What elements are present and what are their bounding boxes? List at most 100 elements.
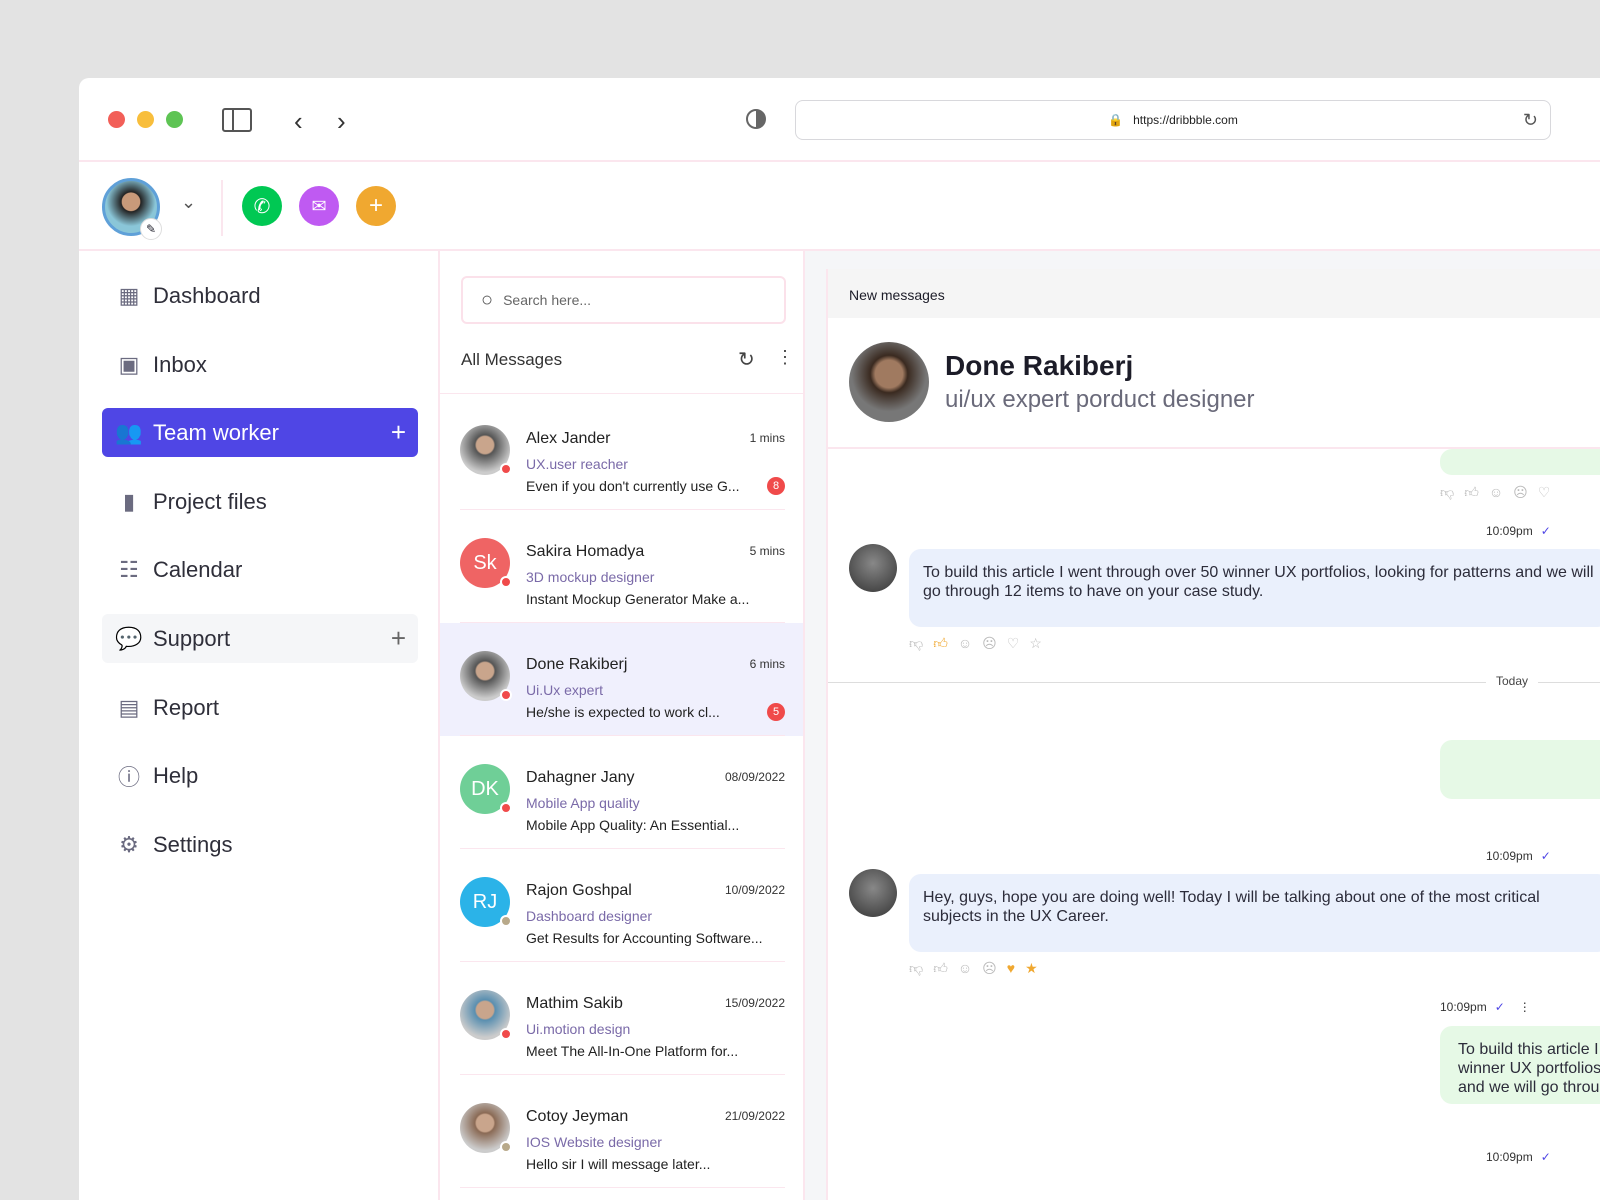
sidebar-item-dashboard[interactable]: ▦ Dashboard	[102, 271, 418, 320]
chat-header-label: New messages	[849, 287, 945, 303]
reaction-bar[interactable]: 👎︎ 👍︎ ☺ ☹ ♥ ★	[909, 960, 1038, 977]
search-input[interactable]: ○ Search here...	[461, 276, 786, 324]
message-time: 10:09pm ✓	[1486, 1150, 1551, 1164]
reload-icon[interactable]: ↻	[1523, 110, 1538, 131]
maximize-dot[interactable]	[166, 111, 183, 128]
gear-icon: ⚙	[119, 831, 139, 857]
contact-avatar	[460, 1103, 512, 1153]
message-time: 1 mins	[749, 431, 785, 445]
close-dot[interactable]	[108, 111, 125, 128]
message-text: To build this article I went through ove…	[923, 564, 1594, 600]
message-time: 10:09pm ✓ ⋮	[1440, 1000, 1531, 1014]
sidebar-item-label: Calendar	[153, 556, 243, 582]
sidebar-item-support[interactable]: 💬 Support +	[102, 614, 418, 663]
sent-bubble	[1440, 740, 1600, 799]
list-item[interactable]: Alex Jander 1 mins UX.user reacher Even …	[440, 397, 803, 510]
sidebar-item-inbox[interactable]: ▣ Inbox	[102, 340, 418, 389]
smile-icon[interactable]: ☺	[1489, 484, 1503, 501]
message-text: Hey, guys, hope you are doing well! Toda…	[923, 889, 1540, 925]
status-dot	[500, 1028, 512, 1040]
sidebar-item-report[interactable]: ▤ Report	[102, 683, 418, 732]
unread-badge: 8	[767, 477, 785, 495]
sidebar-item-team-worker[interactable]: 👥 Team worker +	[102, 408, 418, 457]
sidebar-item-project-files[interactable]: ▮ Project files	[102, 477, 418, 526]
add-button[interactable]: +	[356, 186, 396, 226]
message-preview: Instant Mockup Generator Make a...	[526, 591, 750, 607]
plus-icon: +	[368, 192, 383, 219]
shield-icon[interactable]	[746, 109, 766, 129]
contact-avatar	[460, 425, 512, 475]
chevron-down-icon[interactable]: ⌄	[181, 192, 196, 213]
message-time: 08/09/2022	[724, 770, 785, 784]
calendar-icon: ☷	[119, 556, 139, 582]
heart-icon[interactable]: ♡	[1538, 484, 1551, 501]
sad-icon[interactable]: ☹	[982, 635, 997, 652]
plus-icon[interactable]: +	[391, 417, 406, 448]
message-list: ○ Search here... All Messages ↻ ⋮ Alex Ja…	[440, 251, 805, 1200]
message-preview: Even if you don't currently use G...	[526, 478, 740, 494]
address-bar[interactable]: 🔒 https://dribbble.com ↻	[795, 100, 1551, 140]
thumbs-up-icon[interactable]: 👍︎	[1464, 484, 1479, 501]
lock-icon: 🔒	[1108, 113, 1124, 127]
status-dot	[500, 463, 512, 475]
back-icon[interactable]: ‹	[294, 106, 303, 137]
contact-name: Mathim Sakib	[526, 995, 623, 1012]
sent-bubble: To build this article I went through ove…	[1440, 1026, 1600, 1104]
more-icon[interactable]: ⋮	[776, 347, 794, 368]
list-item[interactable]: Sk Sakira Homadya 5 mins 3D mockup desig…	[440, 510, 803, 623]
thumbs-down-icon[interactable]: 👎︎	[909, 960, 923, 977]
list-item[interactable]: RJ Rajon Goshpal 10/09/2022 Dashboard de…	[440, 849, 803, 962]
smile-icon[interactable]: ☺	[958, 635, 972, 652]
list-item[interactable]: Mathim Sakib 15/09/2022 Ui.motion design…	[440, 962, 803, 1075]
search-placeholder: Search here...	[503, 292, 592, 308]
edit-avatar-icon[interactable]: ✎	[140, 218, 162, 240]
status-dot	[500, 576, 512, 588]
message-time: 10:09pm ✓	[1486, 849, 1551, 863]
contact-name: Dahagner Jany	[526, 769, 635, 786]
thumbs-up-icon[interactable]: 👍︎	[933, 960, 948, 977]
sender-avatar	[849, 544, 897, 592]
contact-role: Dashboard designer	[526, 908, 653, 924]
list-item[interactable]: Cotoy Jeyman 21/09/2022 IOS Website desi…	[440, 1075, 803, 1188]
more-icon[interactable]: ⋮	[1519, 1000, 1531, 1014]
star-icon[interactable]: ☆	[1029, 635, 1042, 652]
list-item[interactable]: DK Dahagner Jany 08/09/2022 Mobile App q…	[440, 736, 803, 849]
contact-avatar: DK	[460, 764, 512, 814]
list-item[interactable]: Done Rakiberj 6 mins Ui.Ux expert He/she…	[440, 623, 803, 736]
reaction-bar[interactable]: 👎︎ 👍︎ ☺ ☹ ♡	[1440, 484, 1550, 501]
call-button[interactable]: ✆	[242, 186, 282, 226]
plus-icon[interactable]: +	[391, 623, 406, 654]
refresh-icon[interactable]: ↻	[738, 347, 755, 372]
contact-role: ui/ux expert porduct designer	[945, 386, 1255, 413]
browser-toolbar: ‹ › 🔒 https://dribbble.com ↻	[79, 78, 1600, 162]
star-icon[interactable]: ★	[1025, 960, 1038, 977]
contact-name: Sakira Homadya	[526, 543, 645, 560]
sidebar-item-help[interactable]: ⓘ Help	[102, 751, 418, 800]
minimize-dot[interactable]	[137, 111, 154, 128]
contact-role: Ui.Ux expert	[526, 682, 604, 698]
sidebar-item-calendar[interactable]: ☷ Calendar	[102, 545, 418, 594]
sad-icon[interactable]: ☹	[1513, 484, 1528, 501]
heart-icon[interactable]: ♡	[1007, 635, 1020, 652]
thumbs-up-icon[interactable]: 👍︎	[933, 635, 948, 652]
contact-avatar: RJ	[460, 877, 512, 927]
sidebar-item-settings[interactable]: ⚙ Settings	[102, 820, 418, 869]
smile-icon[interactable]: ☺	[958, 960, 972, 977]
reaction-bar[interactable]: 👎︎ 👍︎ ☺ ☹ ♡ ☆	[909, 635, 1042, 652]
mail-button[interactable]: ✉	[299, 186, 339, 226]
heart-icon[interactable]: ♥	[1007, 960, 1015, 977]
sad-icon[interactable]: ☹	[982, 960, 997, 977]
sidebar-item-label: Project files	[153, 488, 267, 514]
message-time: 6 mins	[749, 657, 785, 671]
message-time: 15/09/2022	[724, 996, 785, 1010]
thumbs-down-icon[interactable]: 👎︎	[1440, 484, 1454, 501]
thumbs-down-icon[interactable]: 👎︎	[909, 635, 923, 652]
list-title: All Messages	[461, 350, 563, 369]
report-icon: ▤	[118, 694, 140, 720]
sidebar-toggle-icon[interactable]	[222, 108, 252, 132]
users-icon: 👥	[115, 419, 143, 445]
forward-icon[interactable]: ›	[337, 106, 346, 137]
contact-avatar	[460, 990, 512, 1040]
message-bubble: Hey, guys, hope you are doing well! Toda…	[909, 874, 1600, 952]
check-icon: ✓	[1540, 1150, 1551, 1164]
